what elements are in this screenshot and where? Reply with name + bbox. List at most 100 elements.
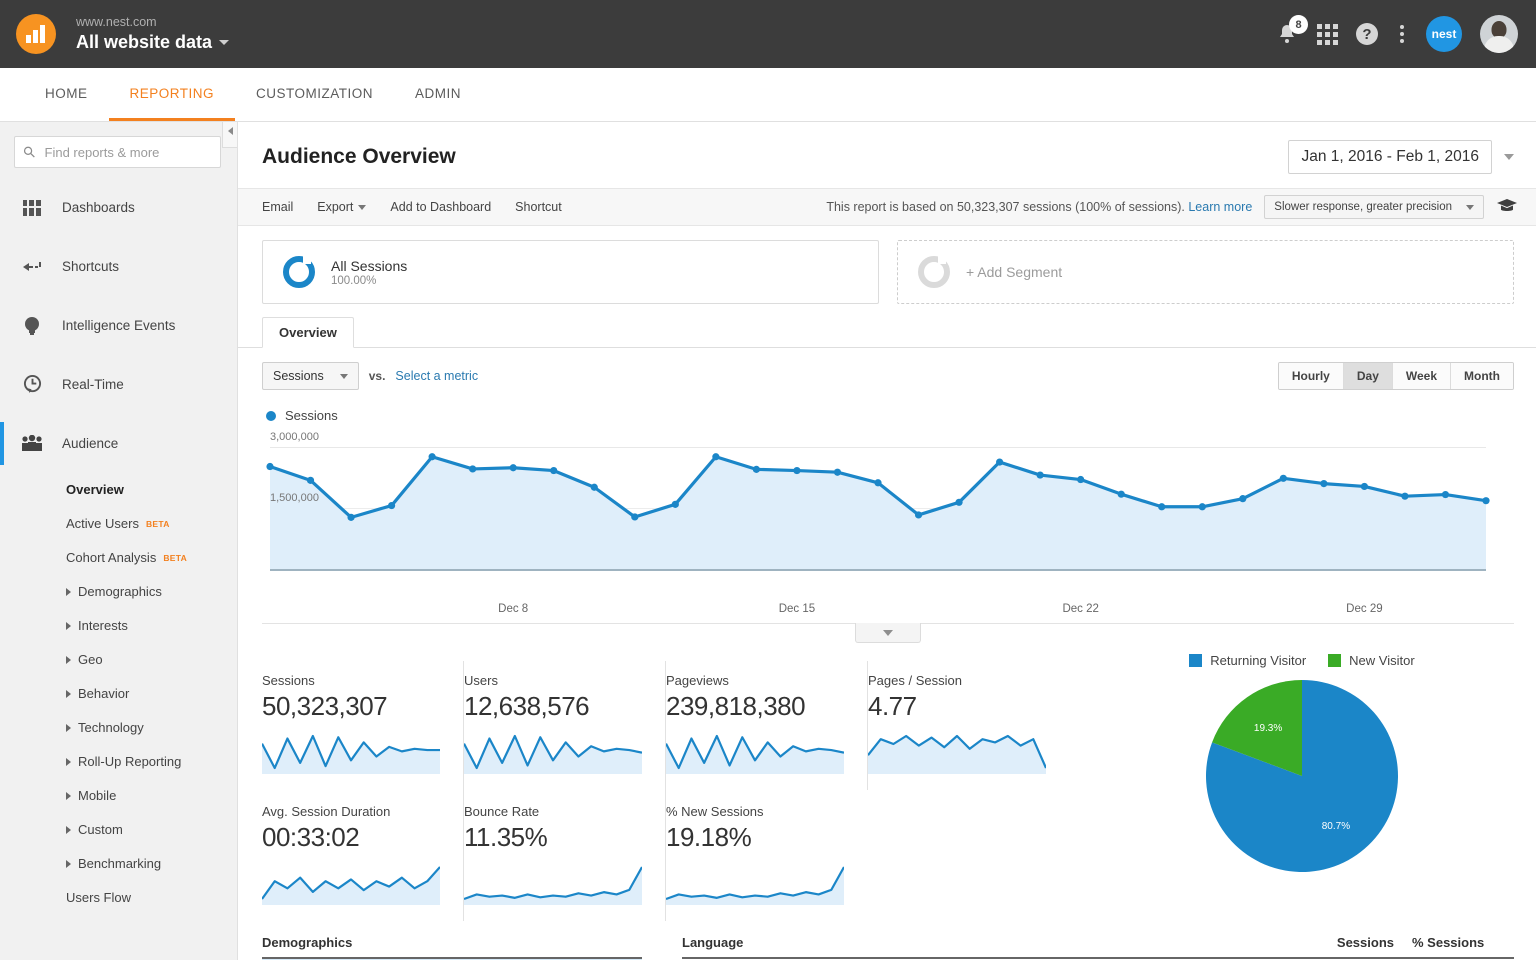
granularity-month[interactable]: Month [1451, 363, 1513, 389]
apps-grid-icon[interactable] [1317, 24, 1338, 45]
export-button[interactable]: Export [317, 200, 366, 214]
sidebar-label-active-users: Active Users [66, 513, 139, 535]
summary-section: Sessions 50,323,307 Users 12,638,576 [238, 645, 1536, 921]
sidebar-label-custom: Custom [78, 819, 123, 841]
sidebar-label-behavior: Behavior [78, 683, 129, 705]
sessions-line-chart[interactable]: 3,000,000 1,500,000 [262, 429, 1514, 597]
chart-controls: Sessions vs. Select a metric Hourly Day … [262, 362, 1514, 390]
email-button[interactable]: Email [262, 200, 293, 214]
nav-tab-admin[interactable]: ADMIN [394, 68, 482, 121]
sparkline-svg [666, 861, 844, 905]
sidebar-item-mobile[interactable]: Mobile [0, 779, 237, 813]
granularity-week[interactable]: Week [1393, 363, 1451, 389]
sidebar-item-overview[interactable]: Overview [0, 473, 237, 507]
metric-label: Pageviews [666, 673, 843, 688]
graduation-cap-icon[interactable] [1496, 198, 1518, 217]
metric-card-new-sessions[interactable]: % New Sessions 19.18% [666, 790, 868, 921]
date-range-value[interactable]: Jan 1, 2016 - Feb 1, 2016 [1288, 140, 1492, 174]
segment-all-sessions[interactable]: All Sessions 100.00% [262, 240, 879, 304]
sidebar-item-users-flow[interactable]: Users Flow [0, 881, 237, 915]
sidebar-item-behavior[interactable]: Behavior [0, 677, 237, 711]
search-icon [23, 145, 36, 159]
granularity-hourly[interactable]: Hourly [1279, 363, 1344, 389]
svg-text:80.7%: 80.7% [1322, 821, 1350, 832]
help-icon[interactable]: ? [1356, 23, 1378, 45]
property-url: www.nest.com [76, 15, 229, 29]
sidebar-item-benchmarking[interactable]: Benchmarking [0, 847, 237, 881]
sidebar-item-audience[interactable]: Audience [0, 414, 237, 473]
language-table: Language Sessions % Sessions 1. en-us 20… [682, 935, 1514, 960]
chevron-down-icon[interactable] [1504, 154, 1514, 160]
metric-cards: Sessions 50,323,307 Users 12,638,576 [262, 645, 1090, 921]
shortcuts-icon [20, 261, 44, 273]
sparkline-pages-per-session [868, 730, 1046, 774]
pie-swatch-new [1328, 654, 1341, 667]
sidebar-item-technology[interactable]: Technology [0, 711, 237, 745]
sidebar-item-cohort-analysis[interactable]: Cohort Analysis BETA [0, 541, 237, 575]
pie-svg[interactable]: 80.7%19.3% [1202, 676, 1402, 876]
metric-card-bounce-rate[interactable]: Bounce Rate 11.35% [464, 790, 666, 921]
metric-card-avg-session-duration[interactable]: Avg. Session Duration 00:33:02 [262, 790, 464, 921]
nav-tab-reporting[interactable]: REPORTING [109, 68, 236, 121]
metric-card-row-2: Avg. Session Duration 00:33:02 Bounce Ra… [262, 790, 1090, 921]
chevron-down-icon[interactable] [219, 40, 229, 45]
sidebar-label-users-flow: Users Flow [66, 887, 131, 909]
pie-legend-returning: Returning Visitor [1189, 653, 1306, 668]
pie-swatch-returning [1189, 654, 1202, 667]
main-content: Audience Overview Jan 1, 2016 - Feb 1, 2… [238, 122, 1536, 960]
shortcut-button[interactable]: Shortcut [515, 200, 562, 214]
sidebar-item-dashboards[interactable]: Dashboards [0, 178, 237, 237]
sidebar-item-shortcuts[interactable]: Shortcuts [0, 237, 237, 296]
sparkline-bounce-rate [464, 861, 641, 905]
sidebar-item-roll-up-reporting[interactable]: Roll-Up Reporting [0, 745, 237, 779]
beta-badge: BETA [163, 547, 187, 569]
brand-chip[interactable]: nest [1426, 16, 1462, 52]
sidebar-item-real-time[interactable]: Real-Time [0, 355, 237, 414]
sidebar-label-roll-up-reporting: Roll-Up Reporting [78, 751, 181, 773]
learn-more-link[interactable]: Learn more [1188, 200, 1252, 214]
sidebar-item-interests[interactable]: Interests [0, 609, 237, 643]
sampling-text: This report is based on 50,323,307 sessi… [826, 200, 1185, 214]
demographics-section: Demographics Language Country Language S… [238, 935, 1536, 960]
y-axis-tick-top: 3,000,000 [270, 431, 319, 443]
metric-card-sessions[interactable]: Sessions 50,323,307 [262, 661, 464, 790]
metric-card-users[interactable]: Users 12,638,576 [464, 661, 666, 790]
avatar[interactable] [1480, 15, 1518, 53]
vs-label: vs. [369, 369, 386, 383]
date-range-picker[interactable]: Jan 1, 2016 - Feb 1, 2016 [1288, 140, 1514, 174]
granularity-toggle: Hourly Day Week Month [1278, 362, 1514, 390]
sidebar-item-demographics[interactable]: Demographics [0, 575, 237, 609]
sidebar-item-custom[interactable]: Custom [0, 813, 237, 847]
select-a-metric-link[interactable]: Select a metric [395, 369, 478, 383]
add-to-dashboard-button[interactable]: Add to Dashboard [390, 200, 491, 214]
tab-overview[interactable]: Overview [262, 317, 354, 348]
add-segment-button[interactable]: + Add Segment [897, 240, 1514, 304]
chevron-right-icon [66, 724, 71, 732]
primary-nav: HOME REPORTING CUSTOMIZATION ADMIN [0, 68, 1536, 122]
metric-card-pages-per-session[interactable]: Pages / Session 4.77 [868, 661, 1070, 790]
sidebar-label-overview: Overview [66, 479, 124, 501]
analytics-logo-icon[interactable] [16, 14, 56, 54]
x-axis-tick: Dec 29 [1346, 603, 1382, 615]
sidebar-collapse-button[interactable] [222, 122, 238, 148]
chart-expand-handle[interactable] [855, 623, 921, 643]
granularity-day[interactable]: Day [1344, 363, 1393, 389]
metric-card-pageviews[interactable]: Pageviews 239,818,380 [666, 661, 868, 790]
nav-tab-home[interactable]: HOME [24, 68, 109, 121]
sampling-precision-select[interactable]: Slower response, greater precision [1264, 195, 1484, 219]
search-input[interactable] [43, 144, 212, 161]
sidebar-label-demographics: Demographics [78, 581, 162, 603]
sidebar-item-intelligence-events[interactable]: Intelligence Events [0, 296, 237, 355]
view-name: All website data [76, 32, 212, 53]
sidebar-item-geo[interactable]: Geo [0, 643, 237, 677]
metric-value: 19.18% [666, 822, 844, 853]
sidebar-item-active-users[interactable]: Active Users BETA [0, 507, 237, 541]
metric-select[interactable]: Sessions [262, 362, 359, 390]
column-header-sessions: Sessions [1286, 935, 1394, 950]
more-options-icon[interactable] [1396, 25, 1408, 43]
account-selector[interactable]: www.nest.com All website data [76, 15, 229, 52]
visitor-type-pie-chart: Returning Visitor New Visitor 80.7%19.3% [1090, 645, 1514, 921]
notifications-button[interactable]: 8 [1275, 22, 1299, 46]
lightbulb-icon [20, 316, 44, 336]
nav-tab-customization[interactable]: CUSTOMIZATION [235, 68, 394, 121]
